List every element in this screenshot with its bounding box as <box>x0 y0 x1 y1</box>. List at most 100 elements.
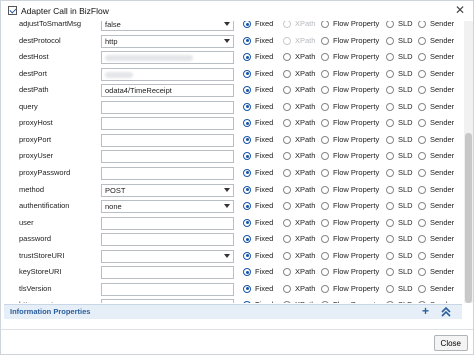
radio-circle[interactable] <box>386 284 394 293</box>
radio-circle[interactable] <box>418 284 426 293</box>
radio-circle[interactable] <box>386 119 394 128</box>
radio-circle[interactable] <box>321 235 329 244</box>
radio-circle[interactable] <box>321 152 329 161</box>
radio-circle[interactable] <box>243 268 251 277</box>
radio-circle[interactable] <box>243 202 251 211</box>
property-input[interactable]: odata4/TimeReceipt <box>101 84 234 98</box>
radio-circle[interactable] <box>283 235 291 244</box>
radio-circle[interactable] <box>283 251 291 260</box>
radio-circle[interactable] <box>283 268 291 277</box>
radio-circle[interactable] <box>321 284 329 293</box>
radio-circle[interactable] <box>418 69 426 78</box>
radio-circle[interactable] <box>418 251 426 260</box>
chevron-down-icon[interactable] <box>224 253 230 258</box>
property-input[interactable] <box>101 67 234 81</box>
radio-circle[interactable] <box>386 21 394 28</box>
radio-circle[interactable] <box>321 36 329 45</box>
radio-circle[interactable] <box>418 152 426 161</box>
radio-circle[interactable] <box>321 202 329 211</box>
radio-circle[interactable] <box>418 53 426 62</box>
radio-circle[interactable] <box>418 86 426 95</box>
radio-circle[interactable] <box>283 218 291 227</box>
property-input[interactable] <box>101 282 234 296</box>
radio-circle[interactable] <box>283 301 291 303</box>
chevron-down-icon[interactable] <box>224 187 230 192</box>
property-input[interactable] <box>101 133 234 147</box>
radio-circle[interactable] <box>243 301 251 303</box>
radio-circle[interactable] <box>386 268 394 277</box>
radio-circle[interactable] <box>283 53 291 62</box>
radio-circle[interactable] <box>243 69 251 78</box>
radio-circle[interactable] <box>418 119 426 128</box>
radio-circle[interactable] <box>418 185 426 194</box>
radio-circle[interactable] <box>321 21 329 28</box>
radio-circle[interactable] <box>243 218 251 227</box>
radio-circle[interactable] <box>243 36 251 45</box>
radio-circle[interactable] <box>418 268 426 277</box>
radio-circle[interactable] <box>386 69 394 78</box>
radio-circle[interactable] <box>321 86 329 95</box>
radio-circle[interactable] <box>386 218 394 227</box>
radio-circle[interactable] <box>243 86 251 95</box>
radio-circle[interactable] <box>321 53 329 62</box>
property-select[interactable]: none <box>101 200 234 214</box>
radio-circle[interactable] <box>283 284 291 293</box>
radio-circle[interactable] <box>321 301 329 303</box>
add-icon[interactable]: + <box>422 305 429 318</box>
vertical-scrollbar[interactable] <box>464 21 473 303</box>
radio-circle[interactable] <box>418 168 426 177</box>
radio-circle[interactable] <box>321 251 329 260</box>
radio-circle[interactable] <box>283 119 291 128</box>
radio-circle[interactable] <box>283 135 291 144</box>
radio-circle[interactable] <box>386 102 394 111</box>
property-input[interactable] <box>101 117 234 131</box>
radio-circle[interactable] <box>243 284 251 293</box>
radio-circle[interactable] <box>243 119 251 128</box>
radio-circle[interactable] <box>321 69 329 78</box>
radio-circle[interactable] <box>386 235 394 244</box>
radio-circle[interactable] <box>243 251 251 260</box>
radio-circle[interactable] <box>386 135 394 144</box>
radio-circle[interactable] <box>418 36 426 45</box>
radio-circle[interactable] <box>321 119 329 128</box>
radio-circle[interactable] <box>243 53 251 62</box>
radio-circle[interactable] <box>386 301 394 303</box>
property-input[interactable] <box>101 266 234 280</box>
chevron-down-icon[interactable] <box>224 204 230 209</box>
radio-circle[interactable] <box>321 102 329 111</box>
radio-circle[interactable] <box>418 135 426 144</box>
radio-circle[interactable] <box>386 86 394 95</box>
radio-circle[interactable] <box>243 102 251 111</box>
radio-circle[interactable] <box>283 152 291 161</box>
close-icon[interactable]: ✕ <box>455 4 465 16</box>
radio-circle[interactable] <box>243 152 251 161</box>
property-select[interactable]: POST <box>101 183 234 197</box>
radio-circle[interactable] <box>321 168 329 177</box>
radio-circle[interactable] <box>418 235 426 244</box>
property-input[interactable] <box>101 51 234 65</box>
radio-circle[interactable] <box>243 135 251 144</box>
property-input[interactable] <box>101 100 234 114</box>
radio-circle[interactable] <box>418 102 426 111</box>
radio-circle[interactable] <box>386 185 394 194</box>
property-select[interactable] <box>101 249 234 263</box>
chevron-down-icon[interactable] <box>224 38 230 43</box>
radio-circle[interactable] <box>321 185 329 194</box>
radio-circle[interactable] <box>386 168 394 177</box>
radio-circle[interactable] <box>243 235 251 244</box>
radio-circle[interactable] <box>283 202 291 211</box>
scrollbar-thumb[interactable] <box>465 133 472 303</box>
close-button[interactable]: Close <box>433 335 468 351</box>
radio-circle[interactable] <box>418 202 426 211</box>
property-input[interactable] <box>101 166 234 180</box>
chevron-down-icon[interactable] <box>224 22 230 26</box>
property-select[interactable]: http <box>101 34 234 48</box>
radio-circle[interactable] <box>283 185 291 194</box>
radio-circle[interactable] <box>386 53 394 62</box>
radio-circle[interactable] <box>386 251 394 260</box>
property-input[interactable] <box>101 216 234 230</box>
radio-circle[interactable] <box>283 168 291 177</box>
radio-circle[interactable] <box>283 69 291 78</box>
property-input[interactable] <box>101 150 234 164</box>
radio-circle[interactable] <box>386 152 394 161</box>
